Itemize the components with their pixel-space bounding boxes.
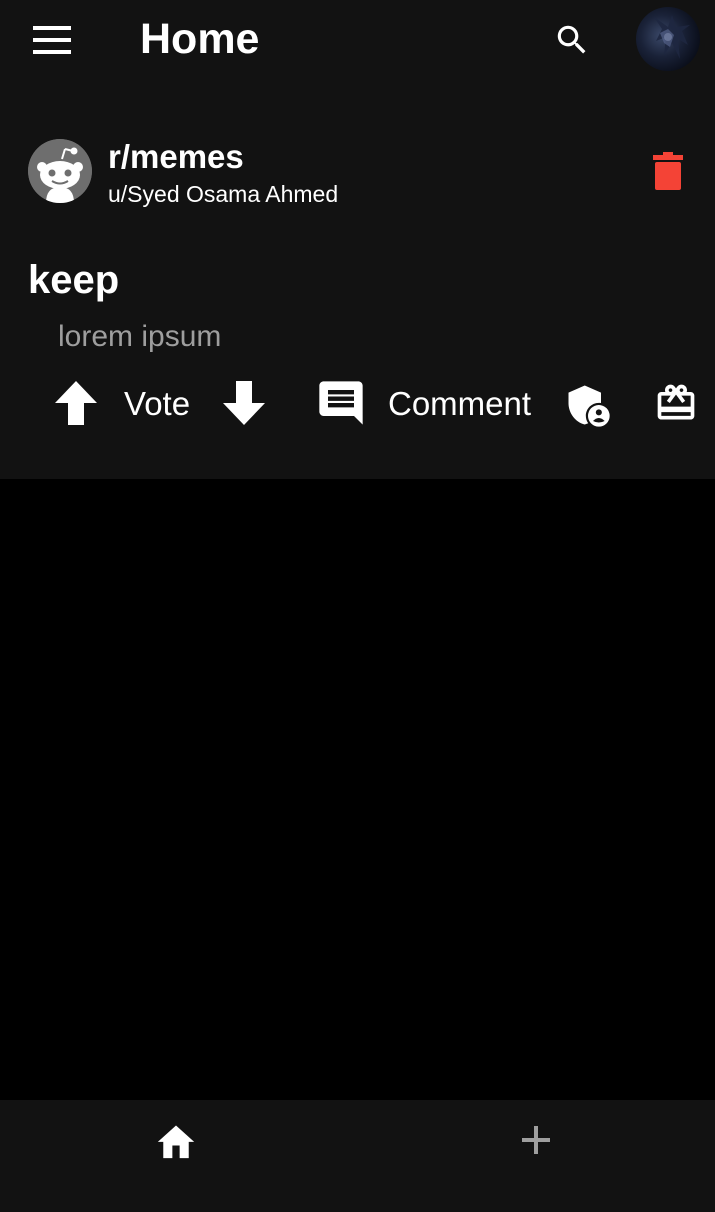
delete-post-button[interactable]: [646, 147, 690, 195]
bottom-nav: [0, 1100, 715, 1212]
post-author[interactable]: u/Syed Osama Ahmed: [108, 179, 338, 209]
nav-home-button[interactable]: [146, 1116, 206, 1164]
admin-shield-icon: [568, 385, 610, 427]
gift-card-icon: [657, 384, 695, 420]
menu-icon: [33, 26, 71, 54]
subreddit-name[interactable]: r/memes: [108, 137, 244, 177]
moderator-button[interactable]: [560, 377, 616, 433]
comment-label: Comment: [388, 385, 532, 422]
comment-icon-wrap: [313, 374, 369, 432]
comment-button[interactable]: Comment: [310, 374, 558, 432]
nav-create-button[interactable]: [506, 1116, 566, 1164]
home-icon: [157, 1125, 195, 1159]
app-bar: Home: [0, 0, 715, 95]
post-body: lorem ipsum: [58, 320, 222, 353]
reddit-snoo-icon: [28, 139, 92, 203]
menu-button[interactable]: [22, 16, 82, 64]
search-icon: [557, 25, 586, 54]
plus-icon: [522, 1126, 550, 1154]
upvote-button[interactable]: [52, 377, 100, 429]
avatar-image: [654, 15, 690, 59]
search-button[interactable]: [546, 14, 598, 66]
comment-icon: [319, 381, 363, 425]
vote-count: Vote: [124, 385, 191, 422]
award-button[interactable]: [650, 377, 702, 429]
arrow-up-icon: [55, 381, 97, 425]
post-title[interactable]: keep: [28, 255, 119, 305]
downvote-button[interactable]: [220, 377, 268, 429]
page-title: Home: [140, 15, 260, 63]
subreddit-avatar[interactable]: [28, 139, 92, 203]
profile-avatar[interactable]: [636, 7, 700, 71]
post-card[interactable]: r/memes u/Syed Osama Ahmed keep lorem ip…: [0, 95, 715, 479]
trash-icon: [653, 152, 683, 190]
arrow-down-icon: [223, 381, 265, 425]
